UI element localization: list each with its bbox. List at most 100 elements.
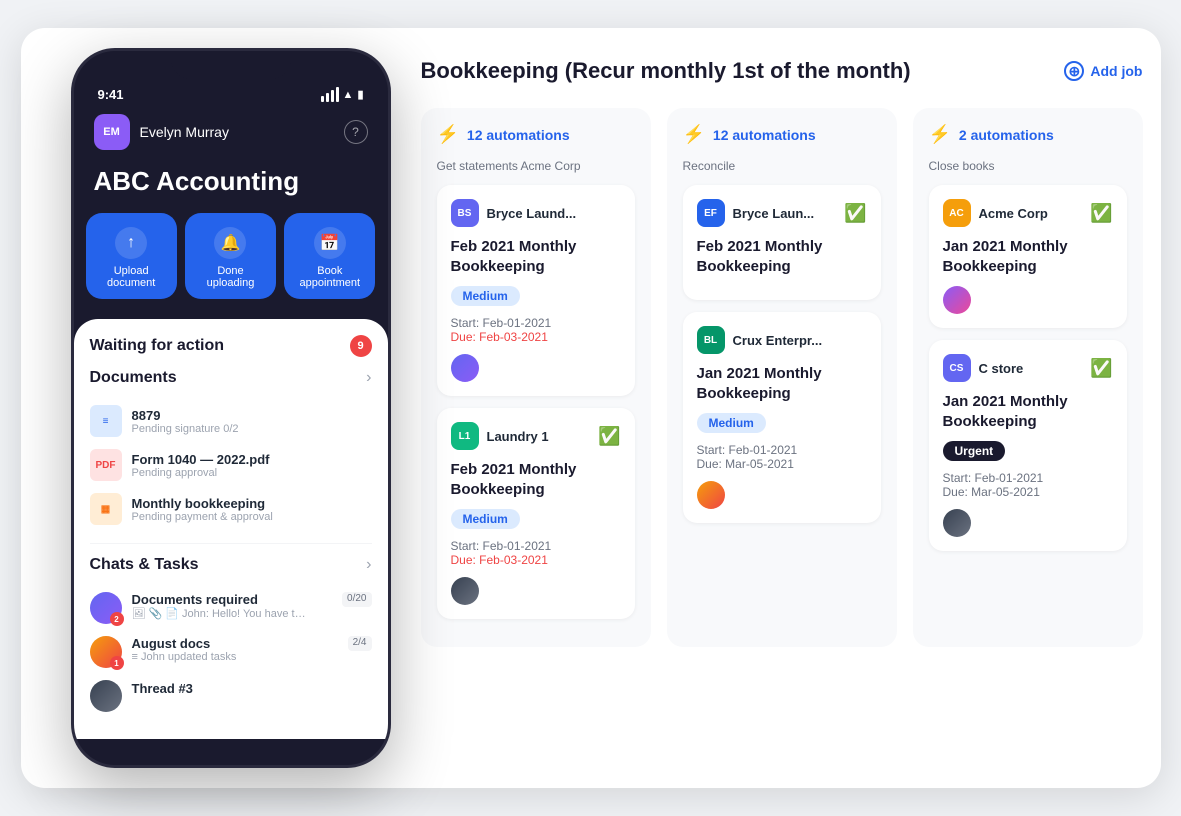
- wifi-icon: ▲: [343, 89, 354, 101]
- automation-icon-2: ⚡: [683, 124, 705, 145]
- job-start-6: Start: Feb-01-2021: [943, 471, 1113, 485]
- chat-info-2: August docs 2/4 ≡ John updated tasks: [132, 636, 372, 663]
- section-divider: [90, 543, 372, 544]
- kanban-columns: ⚡ 12 automations Get statements Acme Cor…: [421, 108, 1143, 647]
- col2-header: ⚡ 12 automations: [683, 124, 881, 145]
- job-badge-1: Medium: [451, 286, 520, 306]
- job-title-5: Jan 2021 Monthly Bookkeeping: [943, 237, 1113, 276]
- check-icon-5: ✅: [1090, 203, 1112, 224]
- assignee-avatar-6: [943, 509, 971, 537]
- quick-actions: ↑ Uploaddocument 🔔 Doneuploading 📅 Booka…: [74, 213, 388, 319]
- job-title-2: Feb 2021 Monthly Bookkeeping: [451, 460, 621, 499]
- waiting-badge: 9: [350, 335, 372, 357]
- book-appointment-button[interactable]: 📅 Bookappointment: [284, 213, 375, 299]
- done-uploading-button[interactable]: 🔔 Doneuploading: [185, 213, 276, 299]
- automation-icon-1: ⚡: [437, 124, 459, 145]
- client-info-4: BL Crux Enterpr...: [697, 326, 867, 354]
- col2-automation-count: 12 automations: [713, 127, 816, 143]
- chat-sub-1: 🖼 📎 📄 John: Hello! You have to read...: [132, 607, 312, 620]
- help-button[interactable]: ?: [344, 120, 368, 144]
- client-avatar-1: BS: [451, 199, 479, 227]
- client-row-4: BL Crux Enterpr...: [697, 326, 867, 354]
- col3-header: ⚡ 2 automations: [929, 124, 1127, 145]
- job-card-2: L1 Laundry 1 ✅ Feb 2021 Monthly Bookkeep…: [437, 408, 635, 619]
- chat-avatar-1: 2: [90, 592, 122, 624]
- assignee-row-6: [943, 509, 1113, 537]
- assignee-avatar-1: [451, 354, 479, 382]
- job-start-2: Start: Feb-01-2021: [451, 539, 621, 553]
- add-job-label: Add job: [1090, 63, 1142, 79]
- column-2: ⚡ 12 automations Reconcile EF Bryce Laun…: [667, 108, 897, 647]
- client-info-3: EF Bryce Laun...: [697, 199, 845, 227]
- page-header: Bookkeeping (Recur monthly 1st of the mo…: [421, 58, 1143, 84]
- doc-sub-2: Pending approval: [132, 467, 270, 479]
- job-card-1: BS Bryce Laund... Feb 2021 Monthly Bookk…: [437, 185, 635, 396]
- job-badge-6: Urgent: [943, 441, 1006, 461]
- chat-avatar-2: 1: [90, 636, 122, 668]
- doc-item-8879[interactable]: ≡ 8879 Pending signature 0/2: [90, 399, 372, 443]
- upload-document-button[interactable]: ↑ Uploaddocument: [86, 213, 177, 299]
- client-name-3: Bryce Laun...: [733, 206, 845, 221]
- chat-title-1: Documents required: [132, 592, 258, 607]
- documents-section-header[interactable]: Documents ›: [90, 369, 372, 387]
- client-info-2: L1 Laundry 1: [451, 422, 599, 450]
- phone-content-area: Waiting for action 9 Documents › ≡ 8879 …: [74, 319, 388, 739]
- signal-icon: [321, 87, 339, 102]
- add-job-button[interactable]: ⊕ Add job: [1064, 61, 1142, 81]
- phone-header: EM Evelyn Murray ?: [74, 102, 388, 166]
- automation-icon-3: ⚡: [929, 124, 951, 145]
- col1-subtitle: Get statements Acme Corp: [437, 159, 635, 173]
- chat-avatar-3: [90, 680, 122, 712]
- chat-sub-2: ≡ John updated tasks: [132, 651, 312, 663]
- job-title-3: Feb 2021 Monthly Bookkeeping: [697, 237, 867, 276]
- done-upload-label: Doneuploading: [207, 265, 255, 289]
- chat-item-1[interactable]: 2 Documents required 0/20 🖼 📎 📄 John: He…: [90, 586, 372, 630]
- documents-title: Documents: [90, 369, 177, 387]
- upload-label: Uploaddocument: [107, 265, 155, 289]
- col2-subtitle: Reconcile: [683, 159, 881, 173]
- chat-title-3: Thread #3: [132, 681, 193, 696]
- chat-count-2: 2/4: [348, 636, 372, 651]
- chat-item-2[interactable]: 1 August docs 2/4 ≡ John updated tasks: [90, 630, 372, 674]
- assignee-row-2: [451, 577, 621, 605]
- phone-device: 9:41 ▲ ▮ EM Evelyn Murray ? ABC Acc: [71, 48, 391, 768]
- col3-automation-count: 2 automations: [959, 127, 1054, 143]
- doc-item-form[interactable]: PDF Form 1040 — 2022.pdf Pending approva…: [90, 443, 372, 487]
- doc-sub-1: Pending signature 0/2: [132, 423, 239, 435]
- job-due-1: Due: Feb-03-2021: [451, 330, 621, 344]
- client-name-2: Laundry 1: [487, 429, 599, 444]
- job-badge-2: Medium: [451, 509, 520, 529]
- upload-icon: ↑: [115, 227, 147, 259]
- doc-name-3: Monthly bookkeeping: [132, 496, 273, 511]
- client-info-1: BS Bryce Laund...: [451, 199, 621, 227]
- doc-info-1: 8879 Pending signature 0/2: [132, 408, 239, 435]
- client-avatar-2: L1: [451, 422, 479, 450]
- client-info-6: CS C store: [943, 354, 1091, 382]
- assignee-row-5: [943, 286, 1113, 314]
- doc-sub-3: Pending payment & approval: [132, 511, 273, 523]
- chat-item-3[interactable]: Thread #3: [90, 674, 372, 718]
- client-row-3: EF Bryce Laun... ✅: [697, 199, 867, 227]
- doc-name-1: 8879: [132, 408, 239, 423]
- job-card-3: EF Bryce Laun... ✅ Feb 2021 Monthly Book…: [683, 185, 881, 300]
- client-name-1: Bryce Laund...: [487, 206, 621, 221]
- documents-chevron-icon: ›: [366, 369, 371, 387]
- column-1: ⚡ 12 automations Get statements Acme Cor…: [421, 108, 651, 647]
- phone-notch: [171, 51, 291, 79]
- client-avatar-3: EF: [697, 199, 725, 227]
- doc-name-2: Form 1040 — 2022.pdf: [132, 452, 270, 467]
- chats-section-header[interactable]: Chats & Tasks ›: [90, 556, 372, 574]
- client-avatar-5: AC: [943, 199, 971, 227]
- main-container: 9:41 ▲ ▮ EM Evelyn Murray ? ABC Acc: [21, 28, 1161, 788]
- assignee-avatar-4: [697, 481, 725, 509]
- doc-item-monthly[interactable]: ▦ Monthly bookkeeping Pending payment & …: [90, 487, 372, 531]
- doc-icon-1: ≡: [90, 405, 122, 437]
- status-time: 9:41: [98, 87, 124, 102]
- col3-subtitle: Close books: [929, 159, 1127, 173]
- book-label: Bookappointment: [300, 265, 361, 289]
- client-name-5: Acme Corp: [979, 206, 1091, 221]
- doc-info-3: Monthly bookkeeping Pending payment & ap…: [132, 496, 273, 523]
- battery-icon: ▮: [357, 88, 363, 101]
- job-title-6: Jan 2021 Monthly Bookkeeping: [943, 392, 1113, 431]
- waiting-section-header: Waiting for action 9: [90, 335, 372, 357]
